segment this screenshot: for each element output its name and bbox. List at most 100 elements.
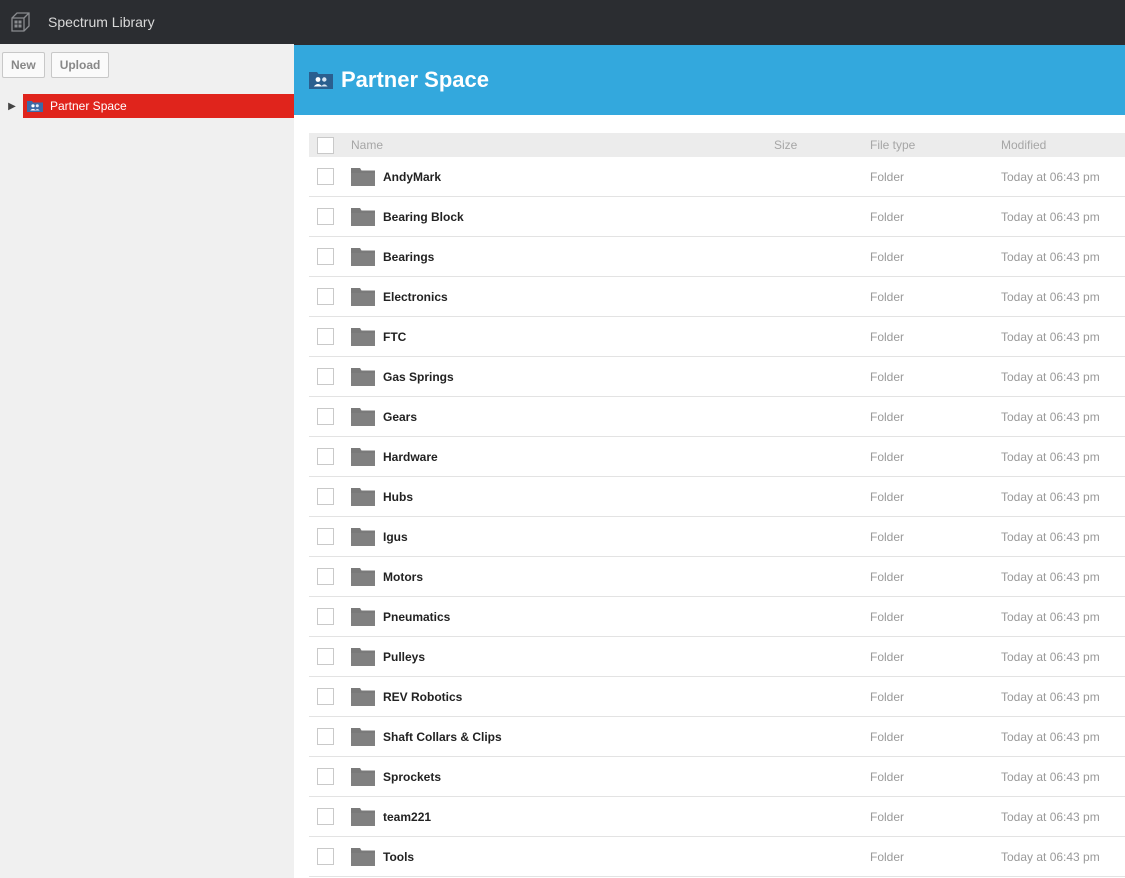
table-row[interactable]: Electronics Folder Today at 06:43 pm [309, 277, 1125, 317]
select-all-checkbox[interactable] [317, 136, 334, 154]
folder-icon [351, 607, 375, 626]
table-row[interactable]: AndyMark Folder Today at 06:43 pm [309, 157, 1125, 197]
file-name[interactable]: Gears [383, 410, 417, 424]
row-checkbox[interactable] [317, 168, 334, 185]
people-folder-icon [309, 71, 333, 89]
file-modified: Today at 06:43 pm [1001, 169, 1100, 184]
file-modified: Today at 06:43 pm [1001, 289, 1100, 304]
folder-icon [351, 687, 375, 706]
file-modified: Today at 06:43 pm [1001, 609, 1100, 624]
name-cell: Sprockets [351, 767, 774, 786]
page-title: Partner Space [341, 67, 489, 92]
file-modified: Today at 06:43 pm [1001, 769, 1100, 784]
table-row[interactable]: Motors Folder Today at 06:43 pm [309, 557, 1125, 597]
table-row[interactable]: Pneumatics Folder Today at 06:43 pm [309, 597, 1125, 637]
file-modified: Today at 06:43 pm [1001, 489, 1100, 504]
file-name[interactable]: Electronics [383, 290, 448, 304]
app-header: Spectrum Library [0, 0, 294, 44]
file-type: Folder [870, 369, 905, 384]
table-row[interactable]: Sprockets Folder Today at 06:43 pm [309, 757, 1125, 797]
file-type: Folder [870, 689, 905, 704]
column-header-file-type[interactable]: File type [870, 138, 1001, 152]
row-checkbox[interactable] [317, 688, 334, 705]
file-name[interactable]: team221 [383, 810, 431, 824]
file-name[interactable]: Sprockets [383, 770, 441, 784]
folder-icon [351, 527, 375, 546]
row-checkbox[interactable] [317, 808, 334, 825]
file-type: Folder [870, 449, 905, 464]
row-checkbox[interactable] [317, 248, 334, 265]
table-row[interactable]: Igus Folder Today at 06:43 pm [309, 517, 1125, 557]
tree-node-partner-space[interactable]: Partner Space [23, 94, 294, 118]
file-name[interactable]: Motors [383, 570, 423, 584]
row-checkbox[interactable] [317, 328, 334, 345]
file-name[interactable]: Igus [383, 530, 408, 544]
column-header-name[interactable]: Name [351, 138, 774, 152]
name-cell: Pulleys [351, 647, 774, 666]
file-type: Folder [870, 409, 905, 424]
table-row[interactable]: Tools Folder Today at 06:43 pm [309, 837, 1125, 877]
file-name[interactable]: Hubs [383, 490, 413, 504]
row-checkbox[interactable] [317, 648, 334, 665]
file-modified: Today at 06:43 pm [1001, 209, 1100, 224]
expand-arrow-icon[interactable]: ▶ [0, 101, 22, 112]
row-checkbox[interactable] [317, 568, 334, 585]
sidebar-toolbar: New Upload [0, 44, 294, 80]
file-modified: Today at 06:43 pm [1001, 449, 1100, 464]
file-modified: Today at 06:43 pm [1001, 369, 1100, 384]
name-cell: Pneumatics [351, 607, 774, 626]
file-name[interactable]: REV Robotics [383, 690, 462, 704]
file-name[interactable]: Bearings [383, 250, 434, 264]
file-name[interactable]: Tools [383, 850, 414, 864]
row-checkbox[interactable] [317, 488, 334, 505]
file-type: Folder [870, 569, 905, 584]
row-checkbox[interactable] [317, 448, 334, 465]
file-modified: Today at 06:43 pm [1001, 809, 1100, 824]
file-type: Folder [870, 209, 905, 224]
row-checkbox[interactable] [317, 208, 334, 225]
table-row[interactable]: Hubs Folder Today at 06:43 pm [309, 477, 1125, 517]
sidebar: Spectrum Library New Upload ▶ Partner Sp… [0, 0, 294, 878]
file-type: Folder [870, 529, 905, 544]
column-header-size[interactable]: Size [774, 138, 870, 152]
table-row[interactable]: Hardware Folder Today at 06:43 pm [309, 437, 1125, 477]
file-name[interactable]: Gas Springs [383, 370, 454, 384]
table-row[interactable]: Pulleys Folder Today at 06:43 pm [309, 637, 1125, 677]
row-checkbox[interactable] [317, 408, 334, 425]
folder-icon [351, 207, 375, 226]
folder-tree: ▶ Partner Space [0, 94, 294, 118]
table-row[interactable]: FTC Folder Today at 06:43 pm [309, 317, 1125, 357]
file-type: Folder [870, 849, 905, 864]
file-name[interactable]: Bearing Block [383, 210, 464, 224]
row-checkbox[interactable] [317, 608, 334, 625]
row-checkbox[interactable] [317, 528, 334, 545]
file-name[interactable]: AndyMark [383, 170, 441, 184]
table-row[interactable]: Bearings Folder Today at 06:43 pm [309, 237, 1125, 277]
table-row[interactable]: REV Robotics Folder Today at 06:43 pm [309, 677, 1125, 717]
row-checkbox[interactable] [317, 848, 334, 865]
new-button[interactable]: New [2, 52, 45, 78]
file-name[interactable]: Pneumatics [383, 610, 450, 624]
upload-button[interactable]: Upload [50, 52, 110, 78]
file-name[interactable]: Shaft Collars & Clips [383, 730, 502, 744]
folder-title-bar: Partner Space [294, 45, 1125, 115]
file-modified: Today at 06:43 pm [1001, 249, 1100, 264]
file-type: Folder [870, 609, 905, 624]
table-row[interactable]: Gears Folder Today at 06:43 pm [309, 397, 1125, 437]
row-checkbox[interactable] [317, 768, 334, 785]
file-name[interactable]: FTC [383, 330, 406, 344]
file-name[interactable]: Pulleys [383, 650, 425, 664]
row-checkbox[interactable] [317, 368, 334, 385]
row-checkbox[interactable] [317, 288, 334, 305]
table-row[interactable]: team221 Folder Today at 06:43 pm [309, 797, 1125, 837]
file-name[interactable]: Hardware [383, 450, 438, 464]
file-type: Folder [870, 809, 905, 824]
folder-icon [351, 487, 375, 506]
table-row[interactable]: Gas Springs Folder Today at 06:43 pm [309, 357, 1125, 397]
row-checkbox[interactable] [317, 728, 334, 745]
file-modified: Today at 06:43 pm [1001, 569, 1100, 584]
name-cell: Bearings [351, 247, 774, 266]
table-row[interactable]: Shaft Collars & Clips Folder Today at 06… [309, 717, 1125, 757]
column-header-modified[interactable]: Modified [1001, 138, 1125, 152]
table-row[interactable]: Bearing Block Folder Today at 06:43 pm [309, 197, 1125, 237]
